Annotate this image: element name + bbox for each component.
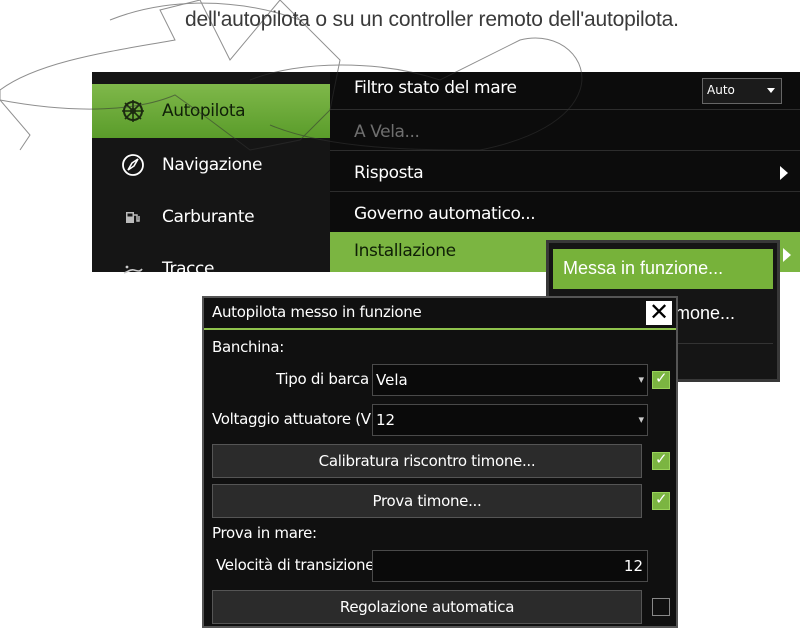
transition-speed-label: Velocità di transizione [216, 556, 375, 574]
close-button[interactable]: ✕ [646, 298, 672, 326]
compass-icon [120, 152, 146, 178]
boat-type-select[interactable]: Vela ▾ [372, 364, 648, 396]
field-value: 12 [623, 557, 643, 575]
left-menu-item-carburante[interactable]: Carburante [92, 190, 330, 244]
left-menu-label: Navigazione [162, 155, 263, 175]
check-icon: ✓ [655, 369, 668, 387]
left-menu-label: Autopilota [162, 101, 246, 121]
select-value: Auto [707, 83, 735, 97]
dialog-title-bar: Autopilota messo in funzione ✕ [204, 298, 676, 328]
divider [669, 343, 773, 344]
intro-text: dell'autopilota o su un controller remot… [185, 8, 679, 31]
chevron-down-icon [767, 88, 775, 93]
boat-type-checkbox[interactable]: ✓ [652, 369, 670, 389]
right-menu-label: Installazione [354, 241, 456, 261]
autotune-button[interactable]: Regolazione automatica [212, 590, 642, 624]
left-menu-label: Tracce [162, 259, 215, 279]
rudder-test-button[interactable]: Prova timone... [212, 484, 642, 518]
dropdown-indicator-icon: ▾ [638, 413, 644, 426]
chevron-right-icon [780, 166, 788, 180]
button-label: Prova timone... [372, 492, 482, 510]
right-menu-label: Risposta [354, 163, 424, 183]
submenu-label: Messa in funzione... [563, 258, 724, 278]
select-value: 12 [376, 411, 396, 429]
autotune-checkbox[interactable] [652, 598, 670, 616]
transition-speed-field[interactable]: 12 [372, 550, 648, 582]
button-label: Calibratura riscontro timone... [318, 452, 536, 470]
right-menu-label: Filtro stato del mare [354, 78, 517, 98]
rudder-feedback-calibration-button[interactable]: Calibratura riscontro timone... [212, 444, 642, 478]
dropdown-indicator-icon: ▾ [638, 373, 644, 386]
right-menu-label: Governo automatico... [354, 204, 536, 224]
rudder-test-checkbox[interactable]: ✓ [652, 490, 670, 510]
close-icon: ✕ [649, 298, 670, 326]
left-menu: Autopilota Navigazione Carburante Tracce [92, 72, 330, 279]
track-icon [120, 256, 146, 282]
sea-state-filter-select[interactable]: Auto [702, 78, 782, 104]
section-label-dock: Banchina: [212, 338, 284, 356]
fuel-pump-icon [120, 204, 146, 230]
select-value: Vela [376, 371, 408, 389]
submenu-item-timone[interactable]: mone... [675, 303, 735, 324]
submenu-item-messa-in-funzione[interactable]: Messa in funzione... [553, 249, 773, 289]
boat-type-label: Tipo di barca [276, 370, 369, 388]
right-menu-label: A Vela... [354, 122, 420, 142]
helm-wheel-icon [120, 98, 146, 124]
left-menu-item-autopilota[interactable]: Autopilota [92, 84, 330, 138]
actuator-voltage-select[interactable]: 12 ▾ [372, 404, 648, 436]
left-menu-item-navigazione[interactable]: Navigazione [92, 138, 330, 192]
commissioning-dialog: Autopilota messo in funzione ✕ Banchina:… [202, 296, 678, 628]
button-label: Regolazione automatica [339, 598, 515, 616]
section-label-sea-trial: Prova in mare: [212, 524, 317, 542]
dialog-title: Autopilota messo in funzione [212, 303, 422, 321]
left-menu-item-tracce[interactable]: Tracce [92, 242, 330, 296]
actuator-voltage-label: Voltaggio attuatore (V) [212, 410, 377, 428]
title-underline [204, 328, 676, 330]
left-menu-label: Carburante [162, 207, 255, 227]
chevron-right-icon [783, 248, 791, 262]
check-icon: ✓ [655, 490, 668, 508]
check-icon: ✓ [655, 450, 668, 468]
rudder-feedback-checkbox[interactable]: ✓ [652, 450, 670, 470]
